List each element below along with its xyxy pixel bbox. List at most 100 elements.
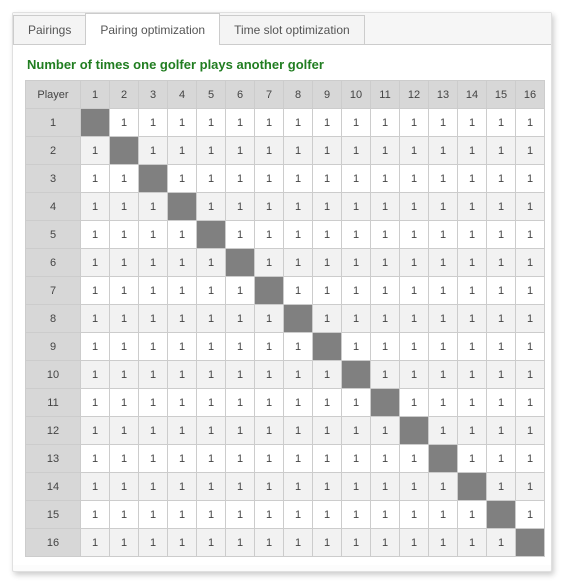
value-cell: 1 xyxy=(139,417,168,445)
value-cell: 1 xyxy=(197,137,226,165)
value-cell: 1 xyxy=(226,137,255,165)
value-cell: 1 xyxy=(226,501,255,529)
diagonal-cell xyxy=(226,249,255,277)
value-cell: 1 xyxy=(110,165,139,193)
table-row: 10111111111111111 xyxy=(26,361,545,389)
value-cell: 1 xyxy=(371,137,400,165)
tab-content: Number of times one golfer plays another… xyxy=(13,45,551,565)
value-cell: 1 xyxy=(458,305,487,333)
value-cell: 1 xyxy=(342,277,371,305)
value-cell: 1 xyxy=(487,361,516,389)
value-cell: 1 xyxy=(516,165,545,193)
value-cell: 1 xyxy=(371,445,400,473)
value-cell: 1 xyxy=(429,473,458,501)
tab-time-slot-optimization[interactable]: Time slot optimization xyxy=(219,15,365,44)
value-cell: 1 xyxy=(81,193,110,221)
table-row: 15111111111111111 xyxy=(26,501,545,529)
value-cell: 1 xyxy=(168,473,197,501)
diagonal-cell xyxy=(81,109,110,137)
value-cell: 1 xyxy=(487,305,516,333)
value-cell: 1 xyxy=(516,221,545,249)
value-cell: 1 xyxy=(487,249,516,277)
value-cell: 1 xyxy=(487,473,516,501)
value-cell: 1 xyxy=(429,529,458,557)
value-cell: 1 xyxy=(226,109,255,137)
value-cell: 1 xyxy=(139,137,168,165)
value-cell: 1 xyxy=(284,389,313,417)
diagonal-cell xyxy=(197,221,226,249)
table-row: 14111111111111111 xyxy=(26,473,545,501)
value-cell: 1 xyxy=(313,529,342,557)
value-cell: 1 xyxy=(516,501,545,529)
diagonal-cell xyxy=(139,165,168,193)
table-row: 3111111111111111 xyxy=(26,165,545,193)
value-cell: 1 xyxy=(168,389,197,417)
value-cell: 1 xyxy=(487,445,516,473)
value-cell: 1 xyxy=(139,445,168,473)
value-cell: 1 xyxy=(313,109,342,137)
value-cell: 1 xyxy=(516,445,545,473)
value-cell: 1 xyxy=(284,529,313,557)
value-cell: 1 xyxy=(313,501,342,529)
value-cell: 1 xyxy=(197,305,226,333)
value-cell: 1 xyxy=(139,277,168,305)
value-cell: 1 xyxy=(226,445,255,473)
value-cell: 1 xyxy=(255,333,284,361)
value-cell: 1 xyxy=(168,501,197,529)
col-header: 9 xyxy=(313,81,342,109)
table-row: 13111111111111111 xyxy=(26,445,545,473)
col-header: 15 xyxy=(487,81,516,109)
value-cell: 1 xyxy=(110,109,139,137)
value-cell: 1 xyxy=(458,193,487,221)
value-cell: 1 xyxy=(371,361,400,389)
value-cell: 1 xyxy=(139,501,168,529)
value-cell: 1 xyxy=(313,193,342,221)
value-cell: 1 xyxy=(139,361,168,389)
value-cell: 1 xyxy=(139,305,168,333)
value-cell: 1 xyxy=(81,221,110,249)
row-header: 6 xyxy=(26,249,81,277)
value-cell: 1 xyxy=(429,417,458,445)
value-cell: 1 xyxy=(487,221,516,249)
value-cell: 1 xyxy=(110,221,139,249)
value-cell: 1 xyxy=(197,473,226,501)
value-cell: 1 xyxy=(284,221,313,249)
value-cell: 1 xyxy=(255,361,284,389)
col-header: 6 xyxy=(226,81,255,109)
corner-header: Player xyxy=(26,81,81,109)
value-cell: 1 xyxy=(458,361,487,389)
col-header: 14 xyxy=(458,81,487,109)
diagonal-cell xyxy=(255,277,284,305)
table-row: 5111111111111111 xyxy=(26,221,545,249)
value-cell: 1 xyxy=(255,473,284,501)
value-cell: 1 xyxy=(516,109,545,137)
value-cell: 1 xyxy=(255,389,284,417)
value-cell: 1 xyxy=(487,277,516,305)
row-header: 9 xyxy=(26,333,81,361)
value-cell: 1 xyxy=(400,221,429,249)
value-cell: 1 xyxy=(139,473,168,501)
value-cell: 1 xyxy=(81,165,110,193)
value-cell: 1 xyxy=(342,249,371,277)
value-cell: 1 xyxy=(168,109,197,137)
value-cell: 1 xyxy=(342,445,371,473)
value-cell: 1 xyxy=(197,361,226,389)
tab-pairings[interactable]: Pairings xyxy=(13,15,86,44)
table-row: 7111111111111111 xyxy=(26,277,545,305)
value-cell: 1 xyxy=(458,165,487,193)
value-cell: 1 xyxy=(342,529,371,557)
value-cell: 1 xyxy=(371,109,400,137)
diagonal-cell xyxy=(342,361,371,389)
col-header: 5 xyxy=(197,81,226,109)
row-header: 12 xyxy=(26,417,81,445)
value-cell: 1 xyxy=(226,473,255,501)
value-cell: 1 xyxy=(139,529,168,557)
value-cell: 1 xyxy=(110,193,139,221)
value-cell: 1 xyxy=(81,445,110,473)
value-cell: 1 xyxy=(284,249,313,277)
value-cell: 1 xyxy=(255,193,284,221)
value-cell: 1 xyxy=(226,165,255,193)
tab-pairing-optimization[interactable]: Pairing optimization xyxy=(85,13,220,45)
col-header: 13 xyxy=(429,81,458,109)
value-cell: 1 xyxy=(400,529,429,557)
